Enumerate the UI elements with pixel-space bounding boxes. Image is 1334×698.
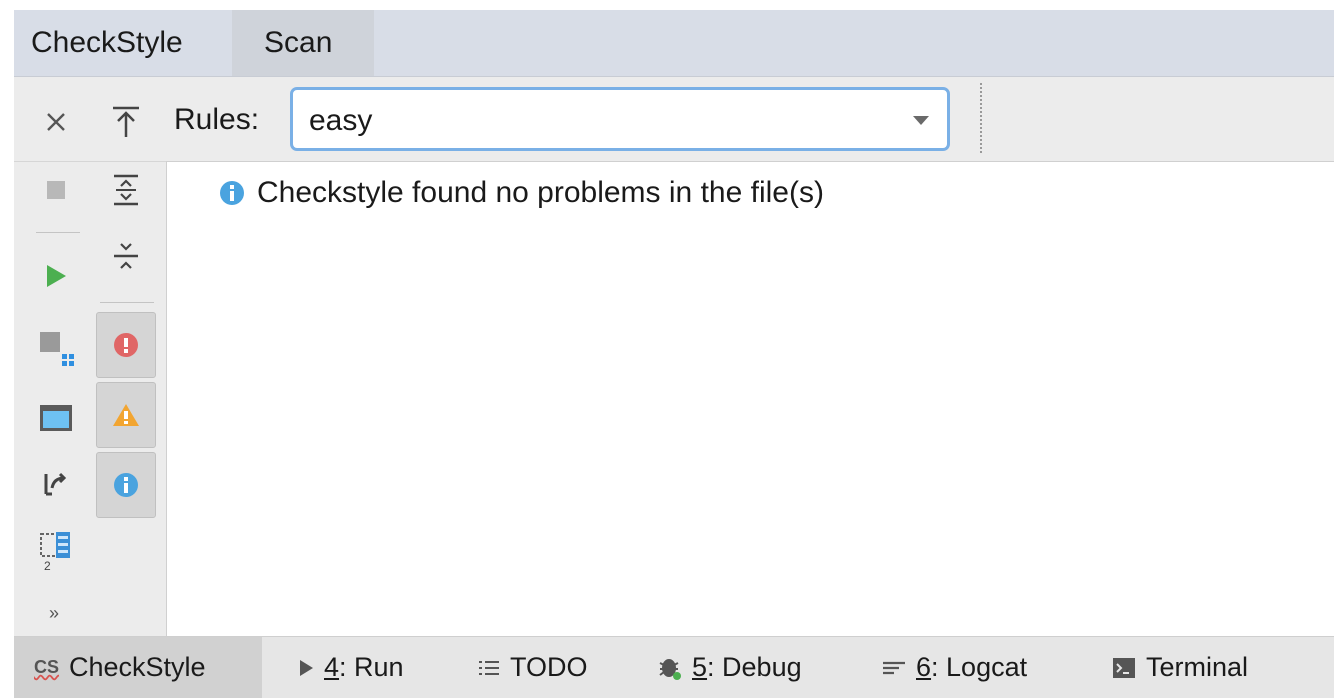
bug-icon: [659, 658, 681, 680]
info-filter-toggle[interactable]: [96, 452, 156, 518]
toolwindow-run[interactable]: 4: Run: [298, 637, 404, 698]
rerun-icon[interactable]: [38, 466, 74, 502]
module-scan-icon[interactable]: [36, 328, 76, 368]
collapse-all-icon[interactable]: [108, 236, 144, 276]
logcat-icon: [883, 661, 905, 674]
toolwindow-checkstyle-label: CheckStyle: [69, 652, 206, 682]
toolwindow-run-number: 4: [324, 652, 340, 682]
toolwindow-run-label: : Run: [339, 652, 404, 682]
checkstyle-tool-window: CheckStyle Scan Rules: easy 2 » Checksty…: [14, 10, 1334, 637]
stop-icon[interactable]: [38, 172, 74, 208]
list-icon: [479, 660, 499, 675]
expand-all-icon[interactable]: [108, 170, 144, 210]
rules-dropdown-value: easy: [309, 104, 373, 137]
svg-text:2: 2: [44, 559, 51, 572]
warning-filter-toggle[interactable]: [96, 382, 156, 448]
sidebar-divider: [36, 232, 80, 233]
run-icon[interactable]: [38, 258, 74, 294]
toolwindow-debug-label: : Debug: [707, 652, 802, 682]
project-scan-icon[interactable]: 2: [36, 528, 76, 574]
warning-filter-icon: [113, 404, 139, 426]
toolwindow-todo-label: TODO: [510, 652, 588, 682]
result-message-row: Checkstyle found no problems in the file…: [219, 176, 824, 210]
error-filter-toggle[interactable]: [96, 312, 156, 378]
toolwindow-debug[interactable]: 5: Debug: [658, 637, 802, 698]
rules-dropdown[interactable]: easy: [290, 87, 950, 151]
scroll-up-icon[interactable]: [108, 102, 144, 142]
close-icon[interactable]: [38, 104, 74, 140]
toolwindow-checkstyle[interactable]: CS CheckStyle: [14, 637, 262, 698]
toolwindow-logcat[interactable]: 6: Logcat: [882, 637, 1027, 698]
tab-bar: CheckStyle Scan: [14, 10, 1334, 77]
dropdown-arrow-icon[interactable]: [913, 116, 929, 125]
toolwindow-debug-number: 5: [692, 652, 708, 682]
toolbar: Rules: easy: [14, 77, 1334, 162]
tab-scan[interactable]: Scan: [232, 10, 374, 76]
toolwindow-terminal-label: Terminal: [1146, 652, 1249, 682]
window-icon[interactable]: [36, 398, 76, 438]
checkstyle-icon: CS: [34, 657, 60, 677]
tool-window-bar: CS CheckStyle 4: Run TODO 5: Debug 6: Lo…: [14, 636, 1334, 698]
toolwindow-terminal[interactable]: Terminal: [1112, 637, 1248, 698]
sidebar-divider: [100, 302, 154, 303]
toolwindow-logcat-label: : Logcat: [931, 652, 1028, 682]
rules-label: Rules:: [174, 103, 260, 136]
run-icon: [300, 659, 313, 676]
error-filter-icon: [114, 333, 138, 357]
more-icon[interactable]: »: [40, 600, 68, 626]
info-icon: [220, 181, 244, 205]
tab-checkstyle[interactable]: CheckStyle: [14, 10, 232, 76]
terminal-icon: [1113, 657, 1135, 678]
toolbar-separator: [980, 83, 982, 153]
results-tree[interactable]: Checkstyle found no problems in the file…: [166, 161, 1334, 637]
toolwindow-todo[interactable]: TODO: [478, 637, 588, 698]
result-message: Checkstyle found no problems in the file…: [257, 176, 824, 209]
info-filter-icon: [114, 473, 138, 497]
toolwindow-logcat-number: 6: [916, 652, 932, 682]
